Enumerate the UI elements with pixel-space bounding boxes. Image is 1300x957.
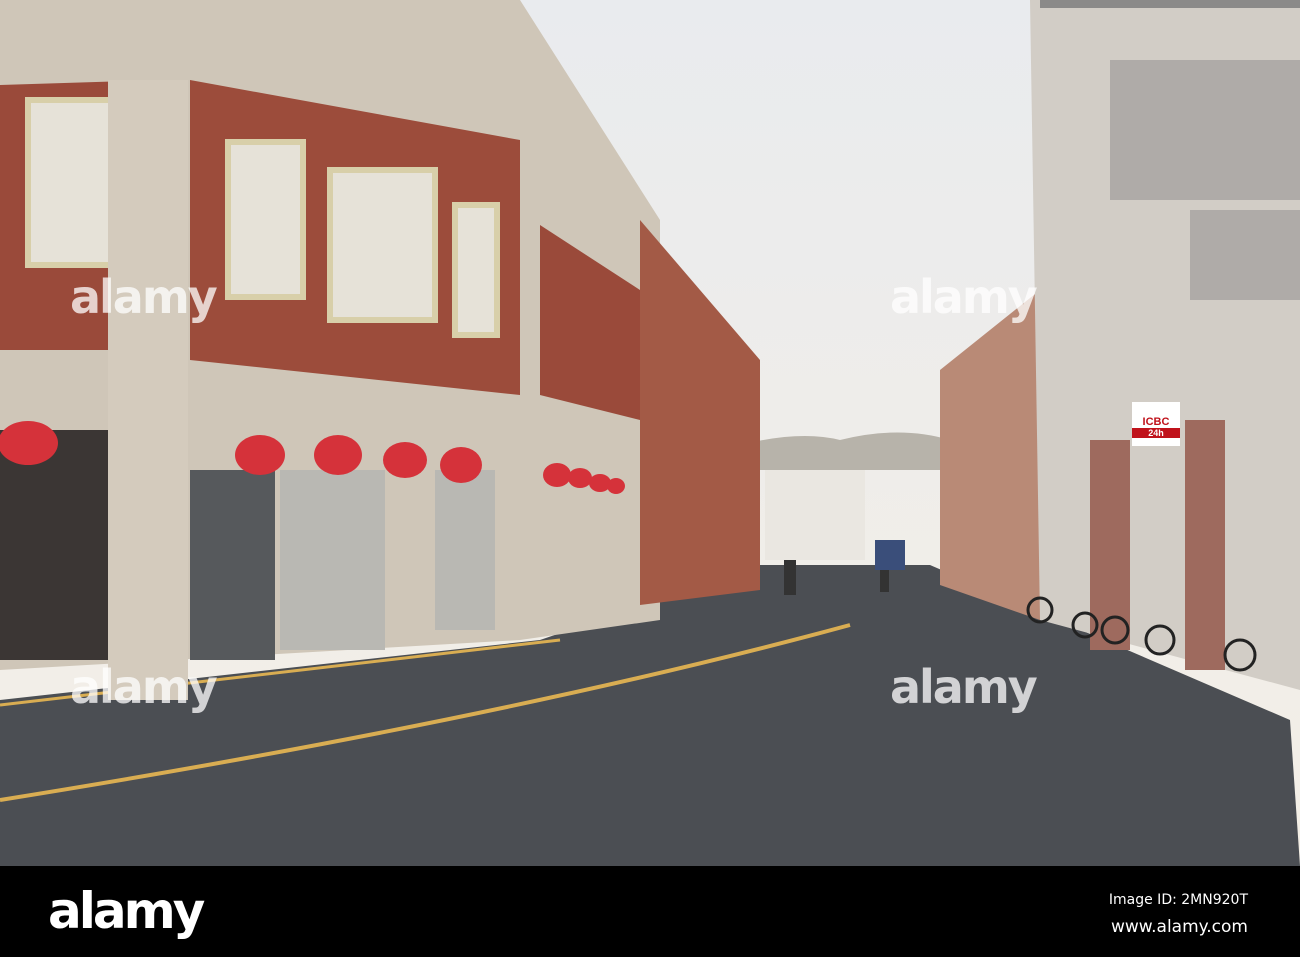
watermark: alamy <box>890 660 1038 714</box>
pillar <box>108 80 188 700</box>
bank-sign-sub: 24h <box>1132 428 1180 438</box>
footer-bar: alamy Image ID: 2MN920T www.alamy.com <box>0 866 1300 957</box>
street-scene <box>0 0 1300 866</box>
window <box>327 167 438 323</box>
window <box>225 139 306 300</box>
watermark: alamy <box>890 270 1038 324</box>
window <box>452 202 500 338</box>
site-url: www.alamy.com <box>1110 917 1248 937</box>
street-photo: ICBC 24h alamy alamy alamy alamy <box>0 0 1300 866</box>
truck <box>875 540 905 570</box>
alamy-logo: alamy <box>48 882 205 940</box>
icbc-bank-sign: ICBC 24h <box>1132 402 1180 446</box>
distant-building <box>765 470 865 560</box>
bank-sign-text: ICBC <box>1142 416 1170 428</box>
rolling-shutter <box>280 470 385 650</box>
window <box>25 97 123 268</box>
glass-door <box>190 470 275 660</box>
watermark: alamy <box>70 660 218 714</box>
shop-front <box>0 430 125 660</box>
image-id: Image ID: 2MN920T <box>1108 892 1248 908</box>
pillar <box>1185 420 1225 670</box>
watermark: alamy <box>70 270 218 324</box>
rolling-shutter <box>435 470 495 630</box>
motorcyclist <box>784 560 796 595</box>
